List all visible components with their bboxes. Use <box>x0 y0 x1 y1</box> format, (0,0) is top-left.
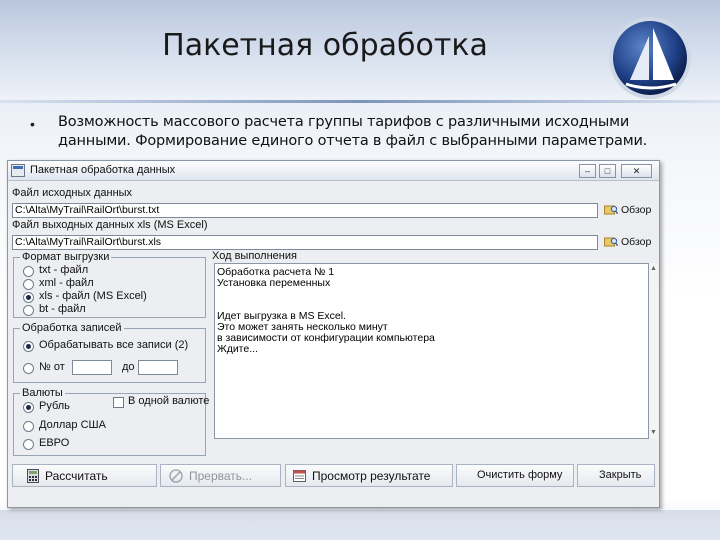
input-browse-button[interactable]: Обзор <box>602 202 660 218</box>
close-window-button[interactable]: ✕ <box>621 164 652 178</box>
currency-option-eur: ЕВРО <box>39 437 70 449</box>
stop-button[interactable]: Прервать... <box>160 464 281 487</box>
currency-option-ruble: Рубль <box>39 400 70 412</box>
output-browse-button[interactable]: Обзор <box>602 234 660 250</box>
records-option-all: Обрабатывать все записи (2) <box>39 339 189 351</box>
bullet-marker: • <box>30 116 35 132</box>
format-option-xml: xml - файл <box>39 277 94 289</box>
records-from-input[interactable] <box>72 360 112 375</box>
format-group-title: Формат выгрузки <box>20 251 112 263</box>
format-radio-txt[interactable] <box>23 266 34 277</box>
window-title: Пакетная обработка данных <box>30 164 176 176</box>
scroll-up-arrow-icon[interactable]: ▲ <box>650 265 657 272</box>
bullet-line-2: данными. Формирование единого отчета в ф… <box>58 133 648 149</box>
output-file-label: Файл выходных данных xls (MS Excel) <box>12 219 208 231</box>
records-radio-range[interactable] <box>23 363 34 374</box>
log-vertical-scrollbar[interactable]: ▲ ▼ <box>649 263 658 439</box>
progress-log-area[interactable]: Обработка расчета № 1 Установка переменн… <box>214 263 649 439</box>
minimize-button[interactable]: – <box>579 164 596 178</box>
window-titlebar[interactable]: Пакетная обработка данных – □ ✕ <box>8 161 659 181</box>
stop-button-label: Прервать... <box>189 469 253 483</box>
batch-processing-window: Пакетная обработка данных – □ ✕ Файл исх… <box>7 160 660 508</box>
format-radio-bt[interactable] <box>23 305 34 316</box>
folder-search-icon <box>604 205 618 215</box>
log-line: Установка переменных <box>217 277 331 289</box>
records-radio-all[interactable] <box>23 341 34 352</box>
view-result-button[interactable]: Просмотр результате <box>285 464 453 487</box>
input-browse-label: Обзор <box>621 204 652 216</box>
clear-form-button[interactable]: Очистить форму <box>456 464 574 487</box>
currency-option-usd: Доллар США <box>39 419 106 431</box>
currency-radio-ruble[interactable] <box>23 402 34 413</box>
sail-logo-icon <box>609 17 691 99</box>
bullet-line-1: Возможность массового расчета группы тар… <box>58 114 630 130</box>
view-result-button-label: Просмотр результате <box>312 469 431 483</box>
close-button[interactable]: Закрыть <box>577 464 655 487</box>
format-option-xls: xls - файл (MS Excel) <box>39 290 147 302</box>
slide-title: Пакетная обработка <box>162 28 488 63</box>
format-radio-xml[interactable] <box>23 279 34 290</box>
bottom-toolbar: Рассчитать Прервать... Просмотр результа… <box>12 464 656 488</box>
app-window-icon <box>11 164 25 177</box>
records-from-label: № от <box>39 361 65 373</box>
input-file-label: Файл исходных данных <box>12 187 133 199</box>
format-option-bt: bt - файл <box>39 303 86 315</box>
currency-group-title: Валюты <box>20 387 65 399</box>
single-currency-checkbox[interactable] <box>113 397 124 408</box>
format-radio-xls[interactable] <box>23 292 34 303</box>
records-group-title: Обработка записей <box>20 322 124 334</box>
progress-log-title: Ход выполнения <box>212 250 297 262</box>
stop-icon <box>169 469 183 483</box>
log-line: Ждите... <box>217 343 258 355</box>
records-groupbox: Обработка записей Обрабатывать все запис… <box>13 322 206 383</box>
currency-groupbox: Валюты Рубль Доллар США ЕВРО В одной вал… <box>13 387 210 456</box>
currency-radio-eur[interactable] <box>23 439 34 450</box>
bullet-text: Возможность массового расчета группы тар… <box>58 113 688 151</box>
output-file-path-field[interactable]: C:\Alta\MyTrail\RailOrt\burst.xls <box>12 235 598 250</box>
clear-form-button-label: Очистить форму <box>477 469 563 481</box>
scroll-down-arrow-icon[interactable]: ▼ <box>650 429 657 436</box>
format-groupbox: Формат выгрузки txt - файл xml - файл xl… <box>13 251 206 318</box>
records-to-input[interactable] <box>138 360 178 375</box>
calculate-button[interactable]: Рассчитать <box>12 464 157 487</box>
currency-radio-usd[interactable] <box>23 421 34 432</box>
close-button-label: Закрыть <box>599 469 642 481</box>
output-browse-label: Обзор <box>621 236 652 248</box>
format-option-txt: txt - файл <box>39 264 89 276</box>
records-to-label: до <box>122 361 135 373</box>
report-icon <box>293 470 306 482</box>
input-file-path-field[interactable]: C:\Alta\MyTrail\RailOrt\burst.txt <box>12 203 598 218</box>
window-reflection <box>0 510 720 540</box>
folder-search-icon <box>604 237 618 247</box>
calculator-icon <box>27 469 39 483</box>
single-currency-label: В одной валюте <box>128 395 210 407</box>
maximize-button[interactable]: □ <box>599 164 616 178</box>
calculate-button-label: Рассчитать <box>45 469 108 483</box>
